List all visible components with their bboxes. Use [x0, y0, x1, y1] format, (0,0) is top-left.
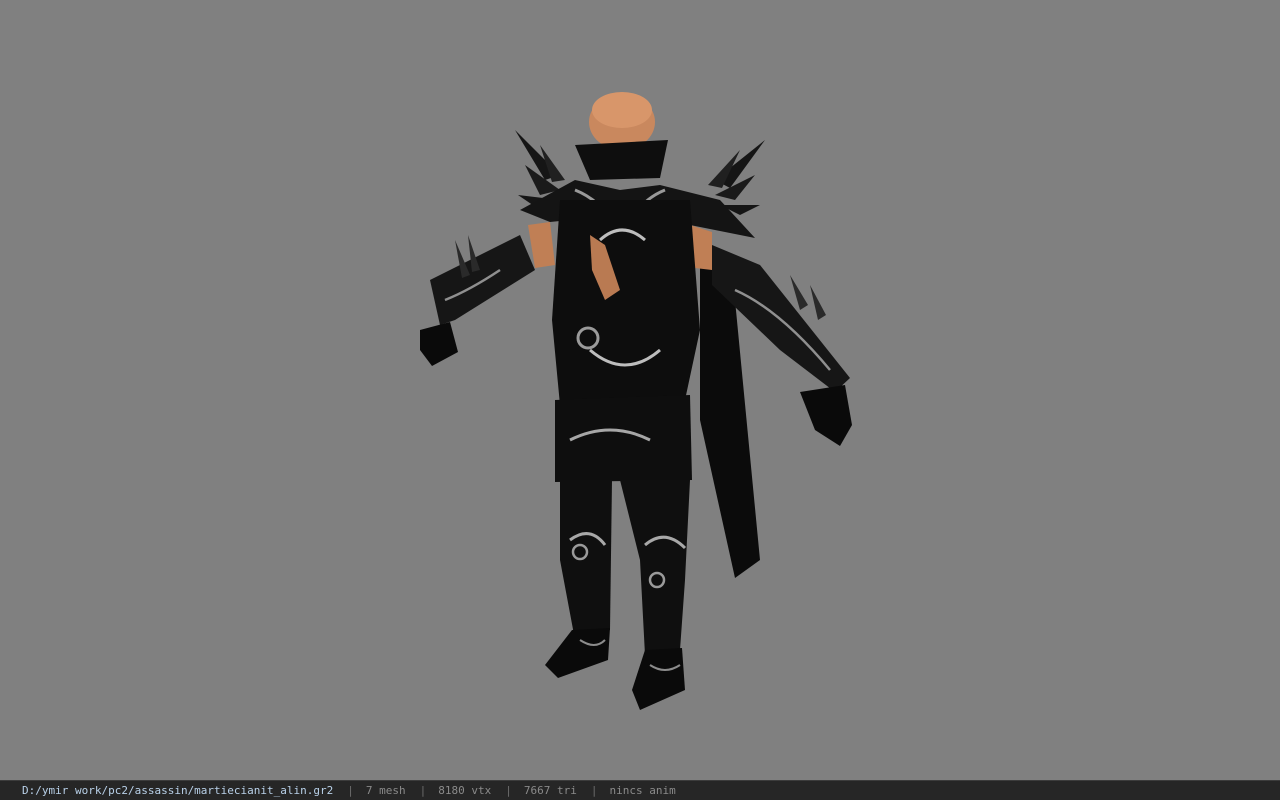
file-path: D:/ymir work/pc2/assassin/martiecianit_a… [22, 784, 334, 797]
separator: | [419, 784, 427, 797]
animation-status: nincs anim [609, 784, 676, 797]
3d-viewport[interactable] [0, 0, 1280, 780]
vertex-count: 8180 vtx [438, 784, 492, 797]
status-bar: D:/ymir work/pc2/assassin/martiecianit_a… [0, 780, 1280, 800]
triangle-count: 7667 tri [523, 784, 577, 797]
separator: | [505, 784, 512, 797]
mesh-count: 7 mesh [365, 784, 406, 797]
separator: | [590, 784, 598, 797]
character-model-icon [420, 92, 852, 710]
separator: | [347, 784, 354, 797]
